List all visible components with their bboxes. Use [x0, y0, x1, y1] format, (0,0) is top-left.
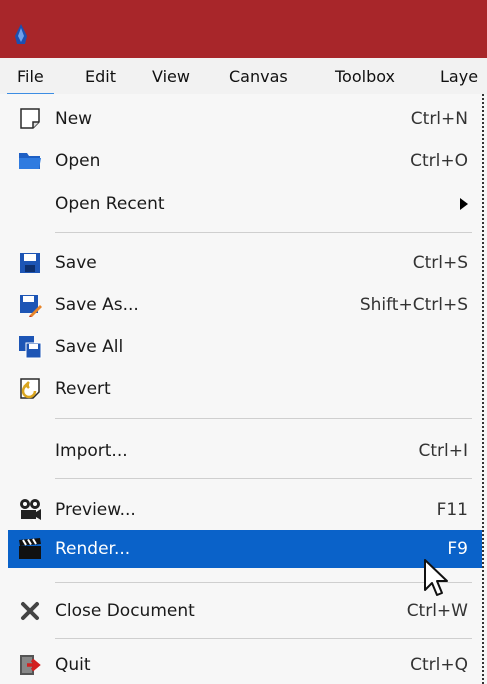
menu-item-close-document[interactable]: Close Document Ctrl+W [8, 592, 482, 630]
menu-separator [55, 638, 472, 639]
menu-item-preview[interactable]: Preview... F11 [8, 491, 482, 529]
shortcut-text: F9 [447, 539, 468, 559]
floppy-disk-pencil-icon [20, 295, 42, 317]
film-camera-icon [20, 499, 41, 520]
menu-item-label: Import... [55, 441, 128, 461]
menu-item-label: Render... [55, 539, 131, 559]
folder-open-icon [19, 153, 41, 169]
floppy-disks-icon [19, 336, 42, 359]
new-document-icon [20, 108, 40, 129]
app-logo-icon [15, 24, 27, 44]
menu-item-label: Quit [55, 655, 91, 675]
menu-item-save-as[interactable]: Save As... Shift+Ctrl+S [8, 286, 482, 324]
mouse-cursor-icon [424, 559, 448, 596]
menu-item-label: Save [55, 253, 97, 273]
menu-item-label: Close Document [55, 601, 195, 621]
shortcut-text: F11 [436, 500, 468, 520]
dotted-edge [482, 94, 484, 684]
quit-exit-icon [20, 655, 41, 675]
shortcut-text: Shift+Ctrl+S [359, 295, 468, 315]
shortcut-text: Ctrl+S [412, 253, 468, 273]
menu-edit[interactable]: Edit [85, 67, 116, 86]
menu-item-label: Save As... [55, 295, 139, 315]
menu-item-label: Preview... [55, 500, 136, 520]
menu-item-label: Revert [55, 379, 111, 399]
shortcut-text: Ctrl+N [410, 109, 468, 129]
menu-layer[interactable]: Laye [440, 67, 478, 86]
menu-item-new[interactable]: New Ctrl+N [8, 100, 482, 138]
menu-item-render[interactable]: Render... F9 [8, 530, 482, 568]
shortcut-text: Ctrl+W [406, 601, 468, 621]
menu-item-save[interactable]: Save Ctrl+S [8, 244, 482, 282]
menu-item-save-all[interactable]: Save All [8, 328, 482, 366]
menu-item-label: New [55, 109, 93, 129]
menu-item-revert[interactable]: Revert [8, 370, 482, 408]
clapperboard-icon [19, 538, 41, 559]
menu-separator [55, 232, 472, 233]
close-x-icon [21, 602, 39, 620]
menu-item-open[interactable]: Open Ctrl+O [8, 142, 482, 180]
floppy-disk-icon [20, 253, 40, 273]
shortcut-text: Ctrl+Q [410, 655, 468, 675]
menu-item-label: Save All [55, 337, 124, 357]
menu-item-import[interactable]: Import... Ctrl+I [8, 432, 482, 470]
revert-icon [20, 378, 40, 399]
menu-file[interactable]: File [7, 67, 54, 96]
menu-item-open-recent[interactable]: Open Recent [8, 185, 482, 223]
menu-separator [55, 582, 472, 583]
submenu-arrow-icon [460, 198, 468, 210]
menu-toolbox[interactable]: Toolbox [335, 67, 395, 86]
menu-item-label: Open Recent [55, 194, 165, 214]
menu-separator [55, 418, 472, 419]
menu-separator [55, 478, 472, 479]
menu-item-label: Open [55, 151, 101, 171]
menu-canvas[interactable]: Canvas [229, 67, 288, 86]
menu-item-quit[interactable]: Quit Ctrl+Q [8, 646, 482, 684]
shortcut-text: Ctrl+I [418, 441, 468, 461]
shortcut-text: Ctrl+O [410, 151, 468, 171]
menu-bar: File Edit View Canvas Toolbox Laye [0, 58, 487, 96]
menu-view[interactable]: View [152, 67, 190, 86]
title-bar [0, 0, 487, 58]
